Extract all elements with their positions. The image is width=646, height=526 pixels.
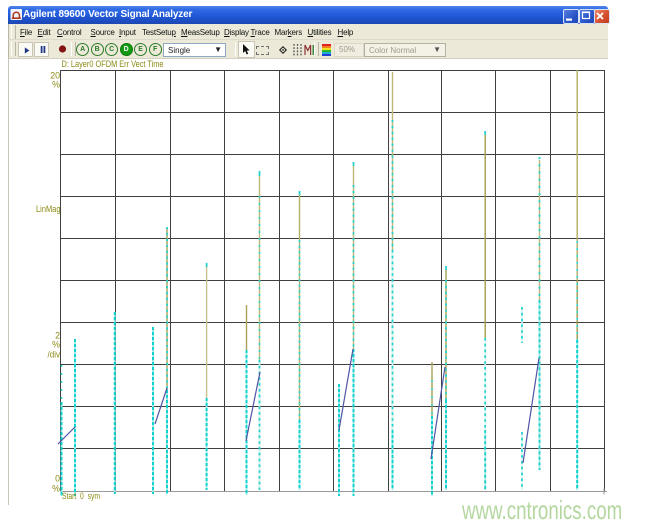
svg-text:%: % bbox=[52, 80, 60, 90]
svg-text:Start 0 sym: Start 0 sym bbox=[62, 491, 100, 501]
svg-text:%: % bbox=[52, 484, 60, 494]
svg-text:0: 0 bbox=[55, 474, 60, 484]
svg-text:D: Layer0 OFDM Err Vect Time: D: Layer0 OFDM Err Vect Time bbox=[62, 59, 164, 69]
svg-text:/div: /div bbox=[48, 350, 61, 360]
svg-text:LinMag: LinMag bbox=[36, 204, 61, 214]
svg-text:%: % bbox=[52, 340, 60, 350]
